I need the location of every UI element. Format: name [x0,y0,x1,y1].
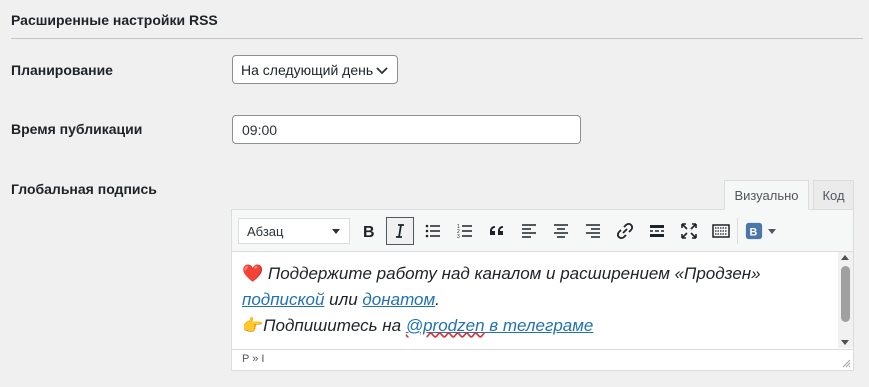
align-right-icon [586,224,600,238]
bullet-list-button[interactable] [419,217,447,245]
italic-button[interactable] [386,217,414,245]
editor-scrollbar[interactable] [838,252,853,348]
heart-emoji: ❤️ [242,264,264,283]
content-line-1: ❤️ Поддержите работу над каналом и расши… [242,261,829,287]
format-select[interactable]: Абзац [238,218,350,244]
bold-button[interactable]: B [354,217,382,245]
subscribe-text: Подпишитесь на [263,316,406,335]
donate-link[interactable]: донатом [362,290,435,309]
schedule-select-value: На следующий день [241,61,374,78]
section-divider [11,38,863,39]
plugin-icon: В [745,222,763,240]
support-text: Поддержите работу над каналом и расширен… [263,264,761,283]
toolbar-separator [737,218,738,244]
chevron-down-icon [376,66,388,74]
numbered-list-icon: 123 [457,224,472,240]
scroll-up-arrow-icon[interactable] [841,255,849,260]
telegram-link[interactable]: @prodzen в телеграме [406,316,594,335]
resize-handle-icon[interactable] [841,358,851,368]
plugin-button[interactable]: В [742,217,780,245]
link-button[interactable] [611,217,639,245]
align-center-icon [554,224,568,238]
toolbar-toggle-button[interactable] [707,217,735,245]
editor-statusbar: P » I [232,349,853,370]
subscription-link[interactable]: подпиской [242,290,324,309]
or-text: или [324,290,363,309]
editor-content[interactable]: ❤️ Поддержите работу над каналом и расши… [232,252,839,348]
section-title: Расширенные настройки RSS [11,12,218,28]
editor-toolbar: Абзац B 123 В [232,210,853,252]
align-center-button[interactable] [547,217,575,245]
fullscreen-button[interactable] [675,217,703,245]
scroll-down-arrow-icon[interactable] [841,340,849,345]
align-left-icon [522,224,536,238]
element-path[interactable]: P » I [242,353,264,365]
schedule-label: Планирование [11,62,113,78]
schedule-select[interactable]: На следующий день [232,55,398,84]
numbered-list-button[interactable]: 123 [451,217,479,245]
content-line-3: 👉Подпишитесь на @prodzen в телеграме [242,313,829,339]
align-right-button[interactable] [579,217,607,245]
caret-down-icon [332,229,340,234]
svg-text:3: 3 [457,234,460,240]
publish-time-input[interactable] [232,115,581,144]
svg-text:B: B [363,224,375,241]
tab-visual[interactable]: Визуально [724,180,809,210]
svg-text:В: В [750,227,758,239]
telegram-link-rest: в телеграме [484,316,594,335]
format-select-value: Абзац [247,223,284,239]
italic-icon [396,224,404,238]
telegram-handle: @prodzen [405,316,485,335]
scrollbar-thumb[interactable] [841,266,850,322]
pointing-hand-emoji: 👉 [242,316,264,335]
blockquote-icon [490,226,503,235]
align-left-button[interactable] [515,217,543,245]
fullscreen-icon [681,223,697,239]
bullet-list-icon [425,224,440,238]
read-more-button[interactable] [643,217,671,245]
caret-down-icon [768,229,776,234]
toolbar-toggle-icon [712,224,730,238]
tab-code[interactable]: Код [813,180,854,210]
signature-editor[interactable]: Абзац B 123 В ❤️ Поддержите работу над к… [231,209,854,371]
period-text: . [435,290,440,309]
bold-icon: B [363,224,375,241]
publish-time-label: Время публикации [11,121,143,137]
content-line-2: подпиской или донатом. [242,287,829,313]
signature-label: Глобальная подпись [11,181,157,197]
link-icon [616,222,634,240]
read-more-icon [650,225,664,237]
blockquote-button[interactable] [483,217,511,245]
